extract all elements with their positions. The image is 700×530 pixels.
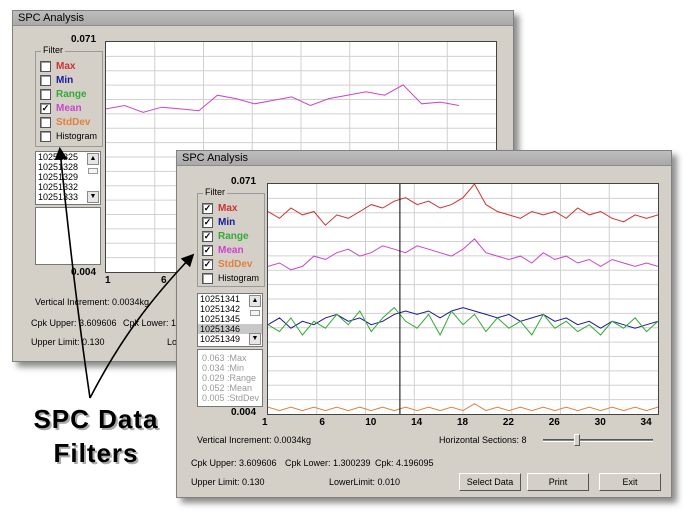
- back-filter-max-label: Max: [56, 60, 76, 72]
- back-filter-histogram-label: Histogram: [56, 131, 98, 141]
- back-filter-min-label: Min: [56, 74, 74, 86]
- checkbox-icon[interactable]: [40, 130, 51, 142]
- front-filter-range[interactable]: ✓ Range: [202, 230, 249, 242]
- checkbox-icon[interactable]: ✓: [202, 244, 213, 256]
- front-filter-min-label: Min: [218, 216, 236, 228]
- scroll-down-icon[interactable]: ▼: [87, 191, 99, 203]
- stat-min: 0.034 :Min: [202, 363, 245, 373]
- front-x-tick-label: 34: [640, 417, 652, 428]
- select-data-button[interactable]: Select Data: [459, 473, 521, 491]
- checkbox-icon[interactable]: [40, 88, 51, 100]
- front-x-tick-label: 14: [411, 417, 423, 428]
- front-y-top-label: 0.071: [231, 176, 257, 187]
- callout-label: SPC Data Filters: [16, 402, 176, 470]
- front-upper-limit: Upper Limit: 0.130: [191, 477, 265, 487]
- back-filter-histogram[interactable]: Histogram: [40, 130, 97, 142]
- print-button[interactable]: Print: [527, 473, 589, 491]
- back-vertical-increment: Vertical Increment: 0.0034kg: [35, 297, 150, 307]
- back-filter-range-label: Range: [56, 88, 87, 100]
- front-filter-legend: Filter: [203, 187, 227, 197]
- scroll-up-icon[interactable]: ▲: [87, 153, 99, 165]
- back-filter-range[interactable]: Range: [40, 88, 87, 100]
- front-x-tick-label: 30: [594, 417, 606, 428]
- back-filter-max[interactable]: Max: [40, 60, 75, 72]
- back-x-tick-label: 1: [105, 275, 111, 286]
- front-chart-svg: [267, 183, 659, 414]
- scroll-thumb[interactable]: [250, 310, 260, 316]
- back-x-tick-label: 6: [161, 275, 167, 286]
- back-y-bottom-label: 0.004: [71, 267, 97, 278]
- front-lower-limit: LowerLimit: 0.010: [329, 477, 401, 487]
- front-vertical-increment: Vertical Increment: 0.0034kg: [197, 435, 312, 445]
- front-x-tick-label: 26: [548, 417, 560, 428]
- back-stats-box: [35, 207, 101, 265]
- front-chart-area: [267, 183, 659, 415]
- front-window-title: SPC Analysis: [177, 151, 671, 166]
- checkbox-icon[interactable]: ✓: [202, 202, 213, 214]
- front-cpk: Cpk: 4.196095: [375, 458, 434, 468]
- front-filter-mean-label: Mean: [218, 244, 244, 256]
- front-filter-range-label: Range: [218, 230, 249, 242]
- back-upper-limit: Upper Limit: 0.130: [31, 337, 105, 347]
- back-filter-mean[interactable]: ✓ Mean: [40, 102, 82, 114]
- checkbox-icon[interactable]: ✓: [202, 216, 213, 228]
- checkbox-icon[interactable]: ✓: [40, 102, 51, 114]
- back-cpk-lower: Cpk Lower: 1.3: [123, 318, 184, 328]
- back-cpk-upper: Cpk Upper: 3.609606: [31, 318, 117, 328]
- back-filter-group: Filter Max Min Range ✓ Mean StdDev Histo…: [35, 45, 103, 147]
- back-filter-min[interactable]: Min: [40, 74, 73, 86]
- front-filter-min[interactable]: ✓ Min: [202, 216, 235, 228]
- back-batch-list[interactable]: 10251325 10251328 10251329 10251332 1025…: [35, 151, 101, 205]
- front-x-tick-label: 1: [262, 417, 268, 428]
- front-horizontal-sections: Horizontal Sections: 8: [439, 435, 527, 445]
- stat-range: 0.029 :Range: [202, 373, 257, 383]
- front-filter-mean[interactable]: ✓ Mean: [202, 244, 244, 256]
- back-filter-stddev[interactable]: StdDev: [40, 116, 90, 128]
- front-batch-list[interactable]: 10251341 10251342 10251345 10251346 1025…: [197, 293, 263, 347]
- checkbox-icon[interactable]: [202, 272, 213, 284]
- scroll-up-icon[interactable]: ▲: [249, 295, 261, 307]
- front-x-tick-label: 10: [365, 417, 377, 428]
- front-filter-histogram-label: Histogram: [218, 273, 260, 283]
- horizontal-sections-slider[interactable]: [543, 439, 653, 442]
- slider-thumb[interactable]: [574, 434, 581, 446]
- front-cpk-upper: Cpk Upper: 3.609606: [191, 458, 277, 468]
- stat-stddev: 0.005 :StdDev: [202, 393, 260, 403]
- back-window-title: SPC Analysis: [13, 11, 513, 26]
- front-x-tick-label: 6: [319, 417, 325, 428]
- back-filter-legend: Filter: [41, 45, 65, 55]
- checkbox-icon[interactable]: ✓: [202, 230, 213, 242]
- front-filter-stddev[interactable]: ✓ StdDev: [202, 258, 252, 270]
- checkbox-icon[interactable]: [40, 60, 51, 72]
- front-filter-group: Filter ✓ Max ✓ Min ✓ Range ✓ Mean ✓ StdD…: [197, 187, 265, 287]
- scroll-down-icon[interactable]: ▼: [249, 333, 261, 345]
- exit-button[interactable]: Exit: [599, 473, 661, 491]
- front-x-tick-label: 22: [502, 417, 514, 428]
- scroll-thumb[interactable]: [88, 168, 98, 174]
- front-cpk-lower: Cpk Lower: 1.300239: [285, 458, 371, 468]
- front-y-bottom-label: 0.004: [231, 407, 257, 418]
- series-line-mean: [105, 84, 459, 113]
- front-spc-window: SPC Analysis Filter ✓ Max ✓ Min ✓ Range …: [176, 150, 672, 498]
- checkbox-icon[interactable]: [40, 74, 51, 86]
- front-stats-box: 0.063 :Max 0.034 :Min 0.029 :Range 0.052…: [197, 349, 263, 407]
- checkbox-icon[interactable]: ✓: [202, 258, 213, 270]
- callout-line-1: SPC Data: [33, 404, 159, 434]
- back-filter-mean-label: Mean: [56, 102, 82, 114]
- front-filter-max[interactable]: ✓ Max: [202, 202, 237, 214]
- back-filter-stddev-label: StdDev: [56, 116, 91, 128]
- front-filter-stddev-label: StdDev: [218, 258, 253, 270]
- checkbox-icon[interactable]: [40, 116, 51, 128]
- front-filter-histogram[interactable]: Histogram: [202, 272, 259, 284]
- stat-max: 0.063 :Max: [202, 353, 247, 363]
- front-filter-max-label: Max: [218, 202, 238, 214]
- front-x-tick-label: 18: [457, 417, 469, 428]
- callout-line-2: Filters: [53, 438, 139, 468]
- back-y-top-label: 0.071: [71, 34, 97, 45]
- stat-mean: 0.052 :Mean: [202, 383, 253, 393]
